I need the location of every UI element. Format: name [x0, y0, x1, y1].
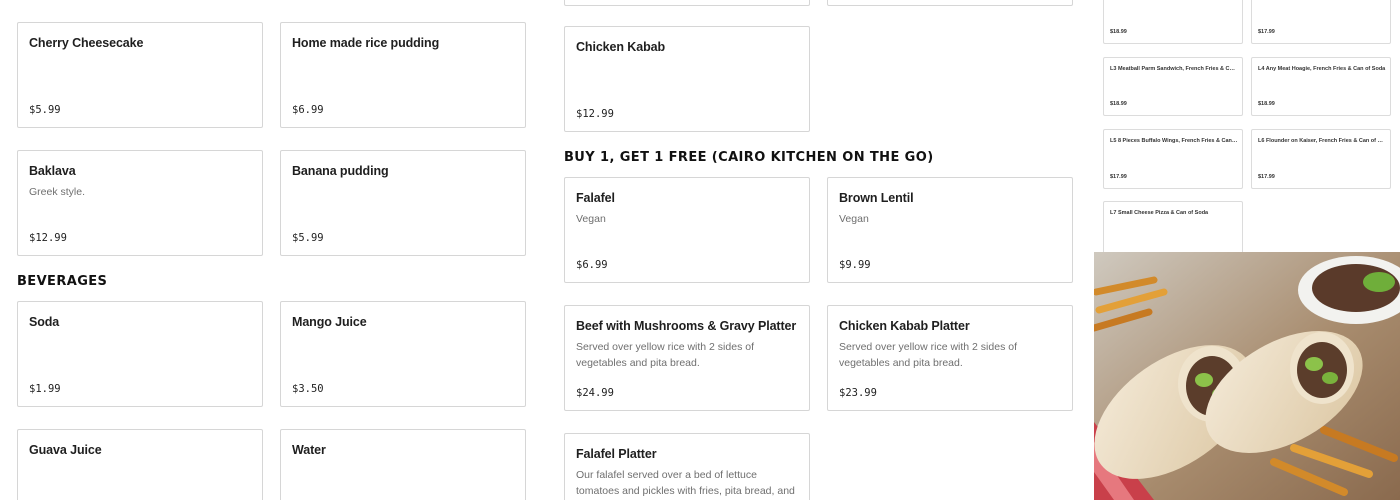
- item-price: $12.99: [29, 232, 67, 244]
- menu-item-card-partial[interactable]: [564, 0, 810, 6]
- section-title-promo: BUY 1, GET 1 FREE (CAIRO KITCHEN ON THE …: [564, 150, 934, 165]
- item-name: Soda: [29, 315, 60, 329]
- preview-tile-name: L4 Any Meat Hoagie, French Fries & Can o…: [1258, 66, 1386, 72]
- menu-item-card[interactable]: Baklava Greek style. $12.99: [17, 150, 263, 256]
- item-name: Home made rice pudding: [292, 36, 440, 50]
- item-price: $1.99: [29, 383, 61, 395]
- menu-item-card[interactable]: Beef with Mushrooms & Gravy Platter Serv…: [564, 305, 810, 411]
- item-description: Our falafel served over a bed of lettuce…: [576, 469, 795, 497]
- preview-tile-name: L5 8 Pieces Buffalo Wings, French Fries …: [1110, 138, 1238, 144]
- menu-item-card[interactable]: Cherry Cheesecake $5.99: [17, 22, 263, 128]
- item-price: $24.99: [576, 387, 614, 399]
- item-description: Served over yellow rice with 2 sides of …: [839, 341, 1017, 369]
- item-name: Mango Juice: [292, 315, 367, 329]
- item-price: $5.99: [292, 232, 324, 244]
- item-price: $9.99: [839, 259, 871, 271]
- preview-tile[interactable]: L6 Flounder on Kaiser, French Fries & Ca…: [1251, 129, 1391, 189]
- preview-tile[interactable]: L4 Any Meat Hoagie, French Fries & Can o…: [1251, 57, 1391, 116]
- preview-tile-price: $17.99: [1258, 29, 1275, 35]
- food-photo-illustration: [1094, 252, 1400, 500]
- menu-item-card[interactable]: Falafel Platter Our falafel served over …: [564, 433, 810, 500]
- preview-tile-price: $18.99: [1110, 101, 1127, 107]
- item-price: $5.99: [29, 104, 61, 116]
- preview-tile-name: L3 Meatball Parm Sandwich, French Fries …: [1110, 66, 1238, 72]
- item-name: Chicken Kabab: [576, 40, 666, 54]
- menu-item-card[interactable]: Falafel Vegan $6.99: [564, 177, 810, 283]
- preview-tile[interactable]: $17.99: [1251, 0, 1391, 44]
- preview-tile-price: $18.99: [1258, 101, 1275, 107]
- item-price: $6.99: [292, 104, 324, 116]
- preview-tile[interactable]: L7 Small Cheese Pizza & Can of Soda: [1103, 201, 1243, 252]
- menu-item-card[interactable]: Brown Lentil Vegan $9.99: [827, 177, 1073, 283]
- item-description: Vegan: [839, 213, 869, 225]
- item-price: $6.99: [576, 259, 608, 271]
- item-price: $12.99: [576, 108, 614, 120]
- preview-tile[interactable]: L3 Meatball Parm Sandwich, French Fries …: [1103, 57, 1243, 116]
- menu-item-card[interactable]: Mango Juice $3.50: [280, 301, 526, 407]
- wrap-sandwich-fries-photo: [1094, 252, 1400, 500]
- preview-tile[interactable]: L5 8 Pieces Buffalo Wings, French Fries …: [1103, 129, 1243, 189]
- item-name: Brown Lentil: [839, 191, 914, 205]
- item-name: Chicken Kabab Platter: [839, 319, 970, 333]
- item-description: Greek style.: [29, 186, 86, 198]
- item-name: Beef with Mushrooms & Gravy Platter: [576, 319, 797, 333]
- menu-item-card[interactable]: Soda $1.99: [17, 301, 263, 407]
- item-name: Banana pudding: [292, 164, 389, 178]
- item-name: Falafel: [576, 191, 615, 205]
- menu-item-card-partial[interactable]: [827, 0, 1073, 6]
- item-price: $23.99: [839, 387, 877, 399]
- preview-tile-price: $18.99: [1110, 29, 1127, 35]
- menu-item-card[interactable]: Chicken Kabab $12.99: [564, 26, 810, 132]
- section-title-beverages: BEVERAGES: [17, 274, 108, 289]
- item-name: Falafel Platter: [576, 447, 657, 461]
- preview-tile[interactable]: $18.99: [1103, 0, 1243, 44]
- preview-panel: $18.99 $17.99 L3 Meatball Parm Sandwich,…: [1094, 0, 1400, 252]
- menu-item-card[interactable]: Chicken Kabab Platter Served over yellow…: [827, 305, 1073, 411]
- item-description: Served over yellow rice with 2 sides of …: [576, 341, 754, 369]
- item-name: Guava Juice: [29, 443, 102, 457]
- menu-item-card[interactable]: Banana pudding $5.99: [280, 150, 526, 256]
- menu-item-card[interactable]: Guava Juice: [17, 429, 263, 500]
- item-price: $3.50: [292, 383, 324, 395]
- item-description: Vegan: [576, 213, 606, 225]
- item-name: Water: [292, 443, 326, 457]
- item-name: Cherry Cheesecake: [29, 36, 144, 50]
- menu-item-card[interactable]: Home made rice pudding $6.99: [280, 22, 526, 128]
- item-name: Baklava: [29, 164, 76, 178]
- preview-tile-name: L6 Flounder on Kaiser, French Fries & Ca…: [1258, 138, 1386, 144]
- preview-tile-price: $17.99: [1110, 174, 1127, 180]
- preview-tile-name: L7 Small Cheese Pizza & Can of Soda: [1110, 210, 1209, 216]
- menu-item-card[interactable]: Water: [280, 429, 526, 500]
- preview-tile-price: $17.99: [1258, 174, 1275, 180]
